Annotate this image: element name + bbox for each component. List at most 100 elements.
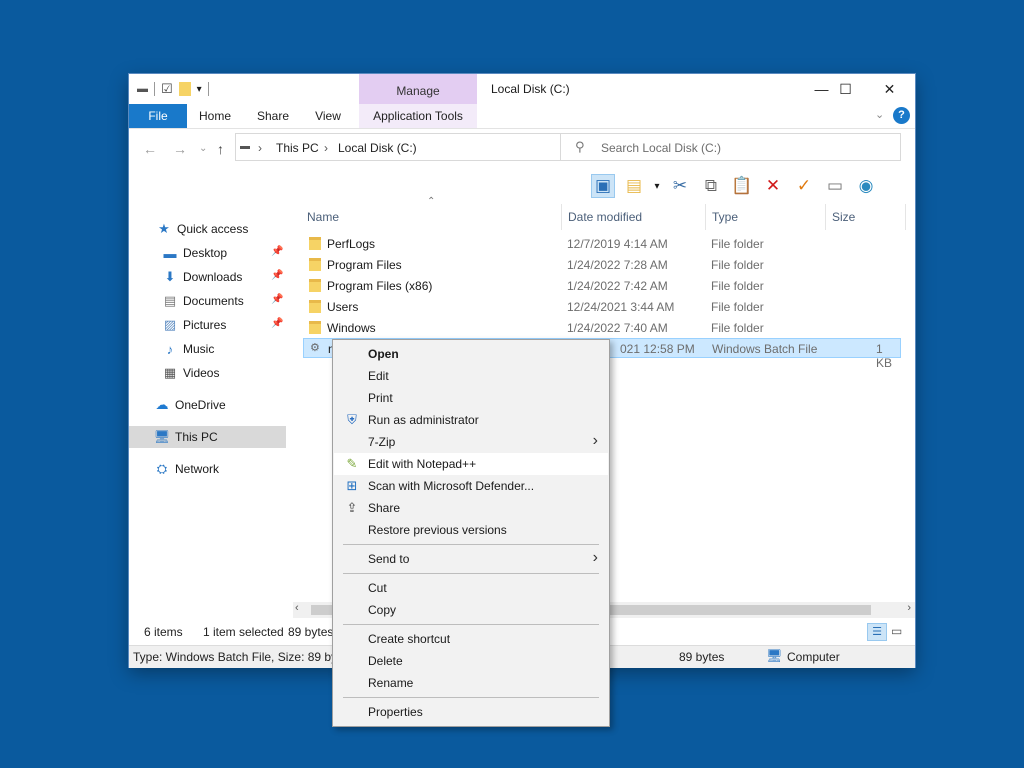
tab-home[interactable]: Home — [189, 104, 241, 128]
manage-tab-group[interactable]: Manage — [359, 74, 477, 104]
properties-box-icon[interactable]: ▭ — [823, 174, 847, 198]
computer-icon: 🖥 — [153, 429, 171, 444]
nav-music[interactable]: ♪ Music — [129, 338, 286, 360]
recent-locations-icon[interactable]: ⌄ — [199, 143, 207, 154]
menu-item-print[interactable]: Print — [334, 387, 608, 409]
nav-downloads[interactable]: ⬇ Downloads 📌 — [129, 266, 286, 288]
menu-item-7-zip[interactable]: 7-Zip › — [334, 431, 608, 453]
menu-item-restore-previous-versions[interactable]: Restore previous versions — [334, 519, 608, 541]
menu-item-label: Run as administrator — [368, 413, 479, 427]
menu-item-cut[interactable]: Cut — [334, 577, 608, 599]
column-header-date[interactable]: Date modified — [568, 210, 642, 224]
nav-this-pc[interactable]: 🖥 This PC — [129, 426, 286, 448]
column-header-name[interactable]: Name — [307, 210, 339, 224]
new-item-icon[interactable]: ▤ — [622, 174, 646, 198]
scroll-left-icon[interactable]: ‹ — [295, 602, 299, 614]
menu-item-scan-with-microsoft-defender[interactable]: ⊞ Scan with Microsoft Defender... — [334, 475, 608, 497]
defender-icon: ⊞ — [346, 478, 358, 493]
file-row[interactable]: Program Files 1/24/2022 7:28 AM File fol… — [303, 255, 901, 275]
file-name: Program Files (x86) — [327, 279, 433, 293]
crumb-chevron-icon[interactable]: › — [324, 141, 328, 155]
file-row[interactable]: Windows 1/24/2022 7:40 AM File folder — [303, 318, 901, 338]
forward-arrow-icon[interactable]: → — [173, 141, 187, 157]
menu-item-open[interactable]: Open — [334, 343, 608, 365]
menu-item-run-as-administrator[interactable]: ⛨ Run as administrator — [334, 409, 608, 431]
network-globe-icon[interactable]: ◉ — [854, 174, 878, 198]
quick-access-toolbar: ▬ ☑ ▾ — [137, 81, 209, 97]
dropdown-icon[interactable]: ▾ — [653, 174, 661, 198]
menu-item-share[interactable]: ⇪ Share — [334, 497, 608, 519]
paste-icon[interactable]: 📋 — [730, 174, 754, 198]
maximize-button[interactable]: ☐ — [823, 74, 868, 104]
cut-icon[interactable]: ✂ — [668, 174, 692, 198]
column-header-size[interactable]: Size — [832, 210, 855, 224]
drive-icon: ▬ — [137, 83, 148, 95]
folder-icon — [309, 321, 321, 334]
file-type: File folder — [711, 258, 764, 272]
file-row[interactable]: PerfLogs 12/7/2019 4:14 AM File folder — [303, 234, 901, 254]
nav-pictures[interactable]: ▨ Pictures 📌 — [129, 314, 286, 336]
search-icon: ⚲ — [575, 139, 585, 154]
menu-item-edit-with-notepad[interactable]: ✎ Edit with Notepad++ — [334, 453, 608, 475]
large-icons-view-icon[interactable]: ▭ — [891, 624, 902, 638]
shield-icon: ⛨ — [347, 412, 357, 427]
menu-item-send-to[interactable]: Send to › — [334, 548, 608, 570]
menu-item-label: Copy — [368, 603, 397, 617]
file-type: File folder — [711, 237, 764, 251]
tab-share[interactable]: Share — [247, 104, 299, 128]
tab-view[interactable]: View — [305, 104, 351, 128]
delete-icon[interactable]: ✕ — [761, 174, 785, 198]
menu-item-rename[interactable]: Rename — [334, 672, 608, 694]
nav-onedrive[interactable]: ☁ OneDrive — [129, 394, 286, 416]
tab-file[interactable]: File — [129, 104, 187, 128]
menu-item-properties[interactable]: Properties — [334, 701, 608, 723]
rename-check-icon[interactable]: ✓ — [792, 174, 816, 198]
help-button[interactable]: ? — [893, 107, 910, 124]
crumb-chevron-icon[interactable]: › — [258, 141, 262, 155]
nav-label: Downloads — [183, 270, 243, 284]
selection-size: 89 bytes — [288, 625, 334, 639]
column-header-type[interactable]: Type — [712, 210, 738, 224]
properties-icon[interactable]: ☑ — [161, 81, 173, 97]
new-folder-icon[interactable] — [178, 82, 191, 96]
nav-videos[interactable]: ▦ Videos — [129, 362, 286, 384]
menu-item-label: Properties — [368, 705, 423, 719]
nav-label: Network — [175, 462, 220, 476]
qat-dropdown-icon[interactable]: ▾ — [197, 84, 202, 95]
pin-icon[interactable]: 📌 — [271, 246, 283, 257]
menu-item-edit[interactable]: Edit — [334, 365, 608, 387]
nav-desktop[interactable]: ▬ Desktop 📌 — [129, 242, 286, 264]
nav-documents[interactable]: ▤ Documents 📌 — [129, 290, 286, 312]
column-separator[interactable] — [905, 204, 906, 230]
menu-item-delete[interactable]: Delete — [334, 650, 608, 672]
crumb-this-pc[interactable]: This PC — [276, 141, 319, 155]
crumb-local-disk[interactable]: Local Disk (C:) — [338, 141, 417, 155]
nav-network[interactable]: ⛭ Network — [129, 458, 286, 480]
column-separator[interactable] — [825, 204, 826, 230]
menu-item-label: Edit with Notepad++ — [368, 457, 477, 471]
column-separator[interactable] — [561, 204, 562, 230]
preview-pane-icon[interactable]: ▣ — [591, 174, 615, 198]
up-arrow-icon[interactable]: ↑ — [217, 141, 224, 157]
scroll-right-icon[interactable]: › — [907, 602, 911, 614]
menu-item-copy[interactable]: Copy — [334, 599, 608, 621]
tab-application-tools[interactable]: Application Tools — [359, 104, 477, 128]
pin-icon[interactable]: 📌 — [271, 270, 283, 281]
close-button[interactable]: ✕ — [867, 74, 912, 104]
details-view-icon[interactable]: ☰ — [867, 623, 887, 641]
pin-icon[interactable]: 📌 — [271, 318, 283, 329]
file-name: Windows — [327, 321, 376, 335]
file-row[interactable]: Program Files (x86) 1/24/2022 7:42 AM Fi… — [303, 276, 901, 296]
pin-icon[interactable]: 📌 — [271, 294, 283, 305]
file-row[interactable]: Users 12/24/2021 3:44 AM File folder — [303, 297, 901, 317]
window-title: Local Disk (C:) — [491, 82, 570, 96]
expand-ribbon-icon[interactable]: ⌄ — [875, 108, 884, 121]
copy-icon[interactable]: ⧉ — [699, 174, 723, 198]
back-arrow-icon[interactable]: ← — [143, 141, 157, 157]
search-box[interactable]: ⚲ Search Local Disk (C:) — [560, 133, 901, 161]
column-separator[interactable] — [705, 204, 706, 230]
menu-item-label: Cut — [368, 581, 387, 595]
menu-item-label: Share — [368, 501, 401, 515]
menu-item-create-shortcut[interactable]: Create shortcut — [334, 628, 608, 650]
nav-quick-access[interactable]: ★ Quick access — [129, 218, 286, 240]
